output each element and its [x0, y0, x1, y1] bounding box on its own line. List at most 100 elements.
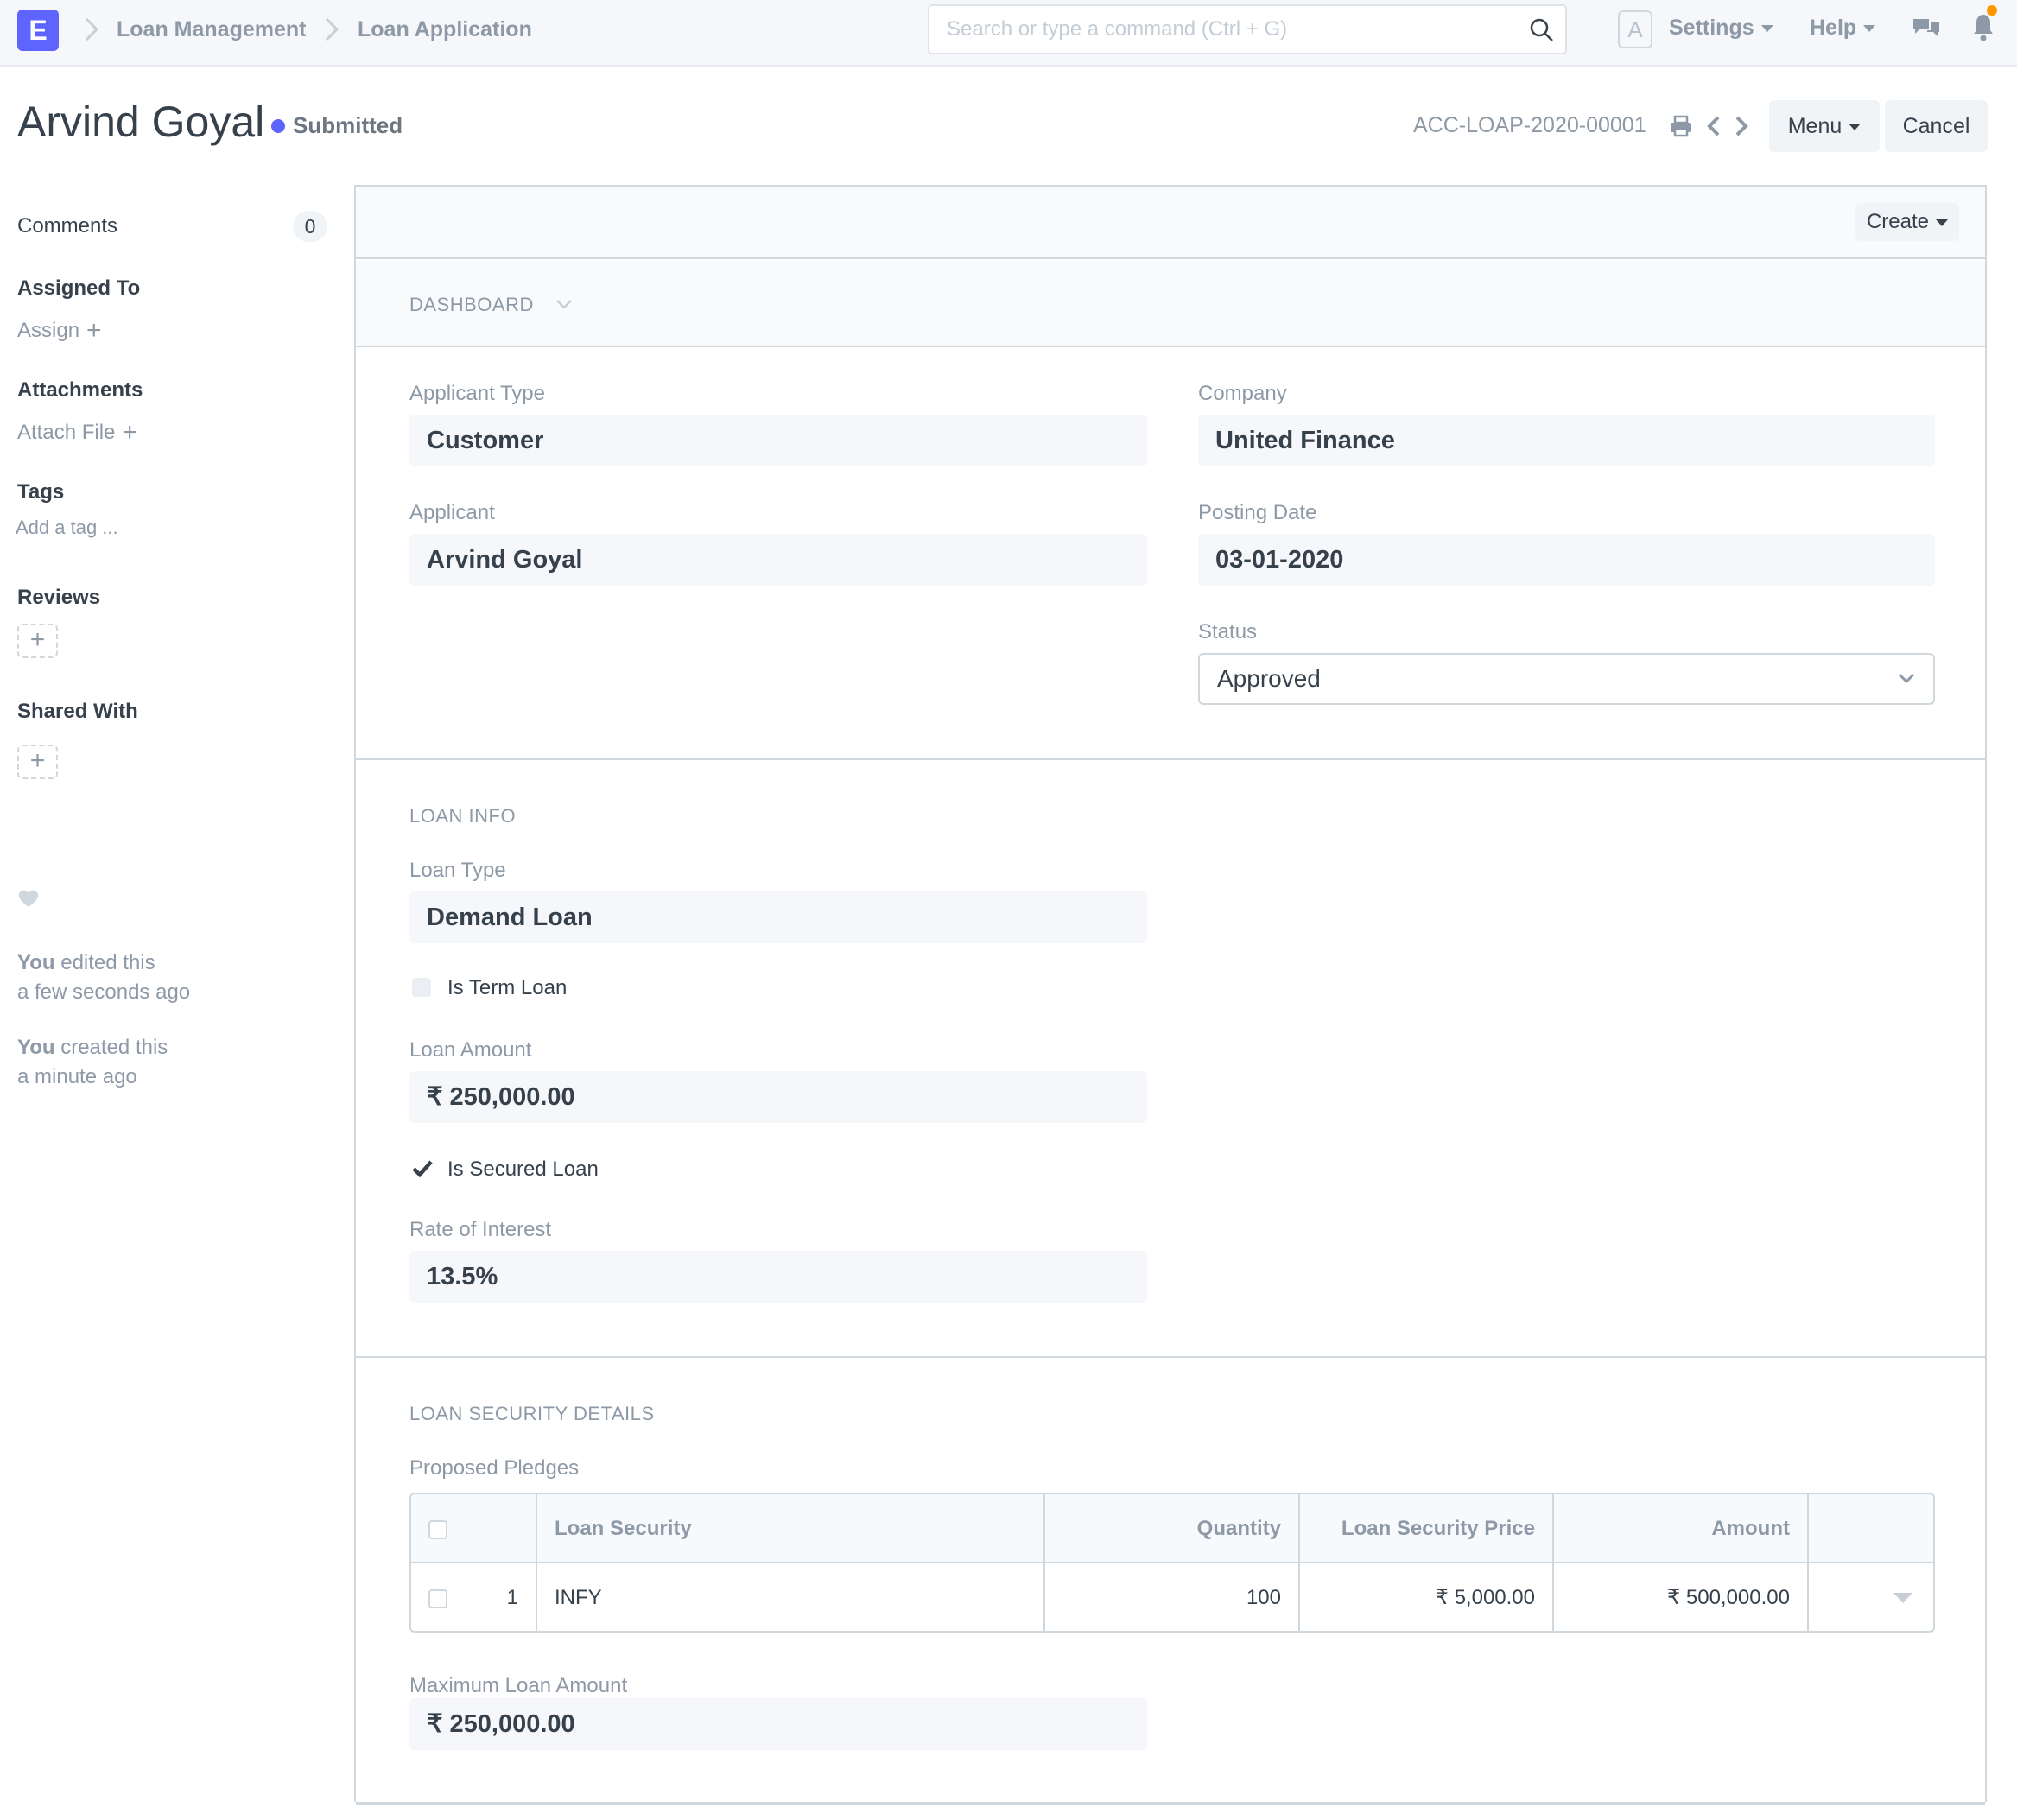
like-heart-icon[interactable] — [17, 888, 40, 909]
row-expand-caret-icon[interactable] — [1893, 1593, 1912, 1603]
rate-of-interest-label: Rate of Interest — [409, 1218, 552, 1241]
loan-amount-label: Loan Amount — [409, 1038, 532, 1062]
timeline-action: edited this — [60, 951, 155, 974]
company-field[interactable]: United Finance — [1198, 415, 1935, 466]
timeline-time: a few seconds ago — [17, 980, 191, 1004]
proposed-pledges-table: Loan Security Quantity Loan Security Pri… — [409, 1493, 1935, 1633]
loan-security-section-title: LOAN SECURITY DETAILS — [409, 1403, 655, 1424]
create-button[interactable]: Create — [1855, 203, 1959, 241]
timeline-time: a minute ago — [17, 1065, 137, 1088]
cell-loan-security-price[interactable]: ₹ 5,000.00 — [1300, 1563, 1554, 1631]
add-review-button[interactable]: + — [17, 624, 58, 658]
menu-label: Menu — [1787, 114, 1843, 138]
document-id: ACC-LOAP-2020-00001 — [1413, 113, 1646, 137]
table-row[interactable]: 1 INFY 100 ₹ 5,000.00 ₹ 500,000.00 — [411, 1563, 1933, 1631]
posting-date-field[interactable]: 03-01-2020 — [1198, 534, 1935, 586]
plus-icon: + — [29, 746, 46, 775]
dashboard-section-title: DASHBOARD — [409, 294, 534, 315]
is-term-loan-checkbox[interactable] — [412, 978, 431, 997]
tags-heading: Tags — [17, 480, 65, 504]
form-panel: Create DASHBOARD Applicant Type Customer… — [354, 185, 1987, 1805]
comments-label[interactable]: Comments — [17, 214, 117, 238]
comments-count-badge: 0 — [293, 211, 327, 242]
page-title: Arvind Goyal — [17, 98, 265, 146]
previous-record-icon[interactable] — [1705, 113, 1722, 139]
chevron-down-icon — [555, 298, 574, 310]
applicant-type-field[interactable]: Customer — [409, 415, 1147, 466]
row-checkbox[interactable] — [428, 1589, 447, 1608]
timeline-item: You edited this a few seconds ago — [17, 948, 190, 1007]
applicant-label: Applicant — [409, 501, 495, 524]
menu-button[interactable]: Menu — [1769, 100, 1880, 152]
chevron-down-icon — [1898, 673, 1915, 684]
timeline-item: You created this a minute ago — [17, 1033, 168, 1092]
cell-quantity[interactable]: 100 — [1045, 1563, 1300, 1631]
is-secured-loan-label: Is Secured Loan — [447, 1157, 599, 1181]
cell-loan-security[interactable]: INFY — [537, 1563, 1045, 1631]
settings-dropdown[interactable]: Settings — [1669, 16, 1773, 41]
section-divider — [356, 758, 1985, 760]
is-term-loan-label: Is Term Loan — [447, 976, 568, 999]
dashboard-section[interactable]: DASHBOARD — [356, 261, 1985, 347]
column-header-quantity: Quantity — [1045, 1494, 1300, 1563]
add-share-button[interactable]: + — [17, 745, 58, 779]
is-secured-loan-check-icon[interactable] — [411, 1159, 434, 1178]
help-dropdown[interactable]: Help — [1810, 16, 1876, 41]
row-select-cell: 1 — [411, 1563, 537, 1631]
navbar: E Loan Management Loan Application A Set… — [0, 0, 2017, 67]
select-all-checkbox[interactable] — [428, 1520, 447, 1539]
status-select[interactable]: Approved — [1198, 653, 1935, 705]
rate-of-interest-field[interactable]: 13.5% — [409, 1251, 1147, 1303]
timeline-actor: You — [17, 951, 55, 974]
chat-icon[interactable] — [1912, 16, 1941, 43]
section-divider — [356, 1356, 1985, 1358]
form-toolbar: Create — [356, 187, 1985, 259]
caret-down-icon — [1936, 219, 1949, 226]
loan-amount-field[interactable]: ₹ 250,000.00 — [409, 1071, 1147, 1123]
attach-file-link[interactable]: Attach File + — [17, 418, 137, 447]
cancel-button[interactable]: Cancel — [1885, 100, 1988, 152]
assign-label: Assign — [17, 319, 80, 342]
status-label: Status — [1198, 620, 1258, 644]
caret-down-icon — [1760, 25, 1773, 33]
column-header-amount: Amount — [1554, 1494, 1809, 1563]
timeline-action: created this — [60, 1036, 168, 1059]
proposed-pledges-label: Proposed Pledges — [409, 1456, 580, 1480]
user-avatar[interactable]: A — [1618, 10, 1652, 48]
cell-amount[interactable]: ₹ 500,000.00 — [1554, 1563, 1809, 1631]
shared-with-heading: Shared With — [17, 700, 138, 723]
print-icon[interactable] — [1669, 114, 1693, 138]
help-label: Help — [1810, 16, 1857, 40]
attach-file-label: Attach File — [17, 421, 116, 444]
maximum-loan-amount-field[interactable]: ₹ 250,000.00 — [409, 1698, 1147, 1750]
timeline-actor: You — [17, 1036, 55, 1059]
applicant-field[interactable]: Arvind Goyal — [409, 534, 1147, 586]
row-actions-cell — [1809, 1563, 1933, 1631]
breadcrumb-loan-application[interactable]: Loan Application — [358, 17, 532, 42]
section-divider — [356, 1802, 1985, 1805]
search-bar — [928, 4, 1567, 54]
company-label: Company — [1198, 382, 1287, 405]
loan-type-field[interactable]: Demand Loan — [409, 891, 1147, 943]
breadcrumb-loan-management[interactable]: Loan Management — [117, 17, 306, 42]
plus-icon: + — [29, 625, 46, 654]
search-input[interactable] — [929, 6, 1491, 53]
search-icon[interactable] — [1529, 17, 1555, 43]
plus-icon: + — [122, 418, 137, 447]
add-tag-input[interactable]: Add a tag ... — [16, 517, 118, 539]
assigned-to-heading: Assigned To — [17, 276, 141, 300]
next-record-icon[interactable] — [1733, 113, 1750, 139]
assign-link[interactable]: Assign + — [17, 316, 102, 346]
maximum-loan-amount-label: Maximum Loan Amount — [409, 1674, 628, 1697]
posting-date-label: Posting Date — [1198, 501, 1317, 524]
app-logo[interactable]: E — [17, 10, 59, 51]
notification-bell-icon[interactable] — [1971, 12, 1995, 43]
loan-info-section-title: LOAN INFO — [409, 805, 517, 827]
status-badge: Submitted — [293, 112, 403, 138]
loan-type-label: Loan Type — [409, 859, 506, 882]
status-indicator-dot — [271, 119, 285, 133]
plus-icon: + — [86, 316, 102, 345]
applicant-type-label: Applicant Type — [409, 382, 545, 405]
notification-dot — [1987, 5, 1997, 16]
reviews-heading: Reviews — [17, 586, 101, 609]
